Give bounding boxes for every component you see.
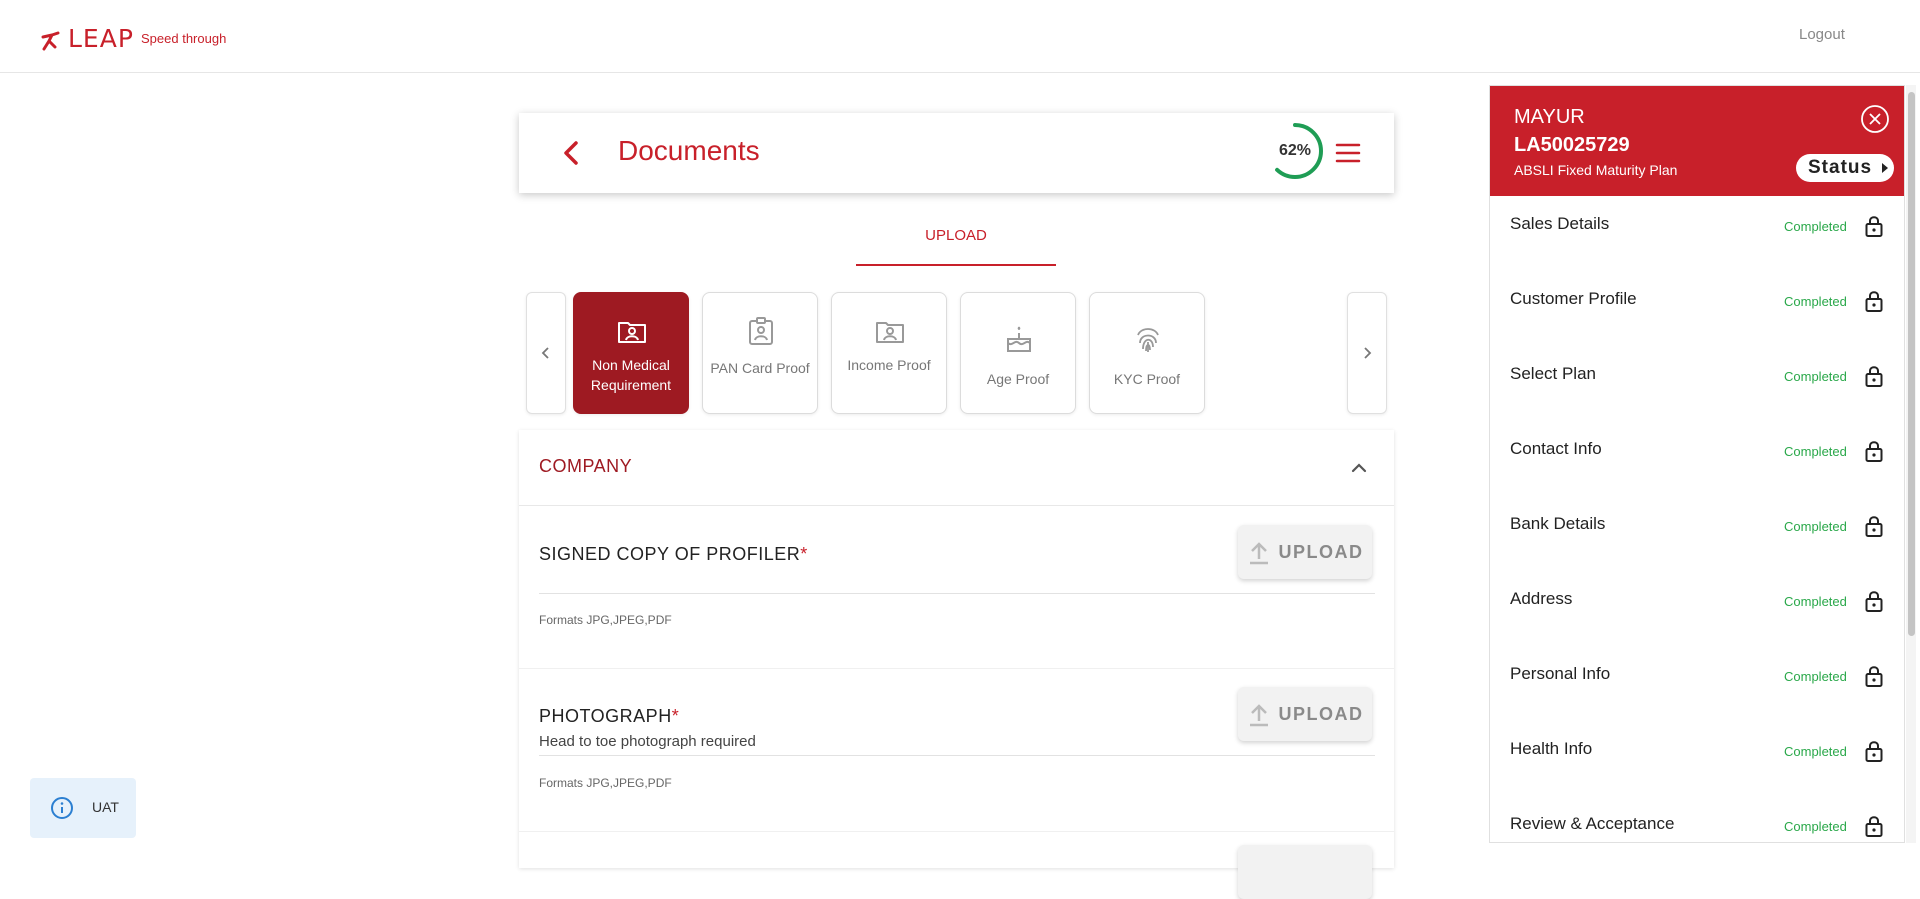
- step-label: Select Plan: [1510, 364, 1596, 383]
- caret-right-icon: [1882, 163, 1888, 173]
- step-item[interactable]: Customer Profile Completed: [1490, 273, 1904, 348]
- lock-icon: [1865, 366, 1883, 387]
- lock-icon: [1865, 441, 1883, 462]
- upload-button[interactable]: [1238, 845, 1372, 899]
- lock-icon: [1865, 216, 1883, 237]
- back-chevron-icon[interactable]: [559, 139, 585, 167]
- status-toggle[interactable]: Status: [1796, 154, 1894, 182]
- step-item[interactable]: Personal Info Completed: [1490, 648, 1904, 723]
- step-label: Sales Details: [1510, 214, 1610, 233]
- step-label: Health Info: [1510, 739, 1593, 758]
- step-label: Customer Profile: [1510, 289, 1637, 308]
- application-id: LA50025729: [1514, 134, 1630, 156]
- step-item[interactable]: Review & Acceptance Completed: [1490, 798, 1904, 842]
- logo-text: LEAP: [68, 24, 134, 53]
- step-item[interactable]: Bank Details Completed: [1490, 498, 1904, 573]
- lock-icon: [1865, 291, 1883, 312]
- category-kyc-proof[interactable]: KYC Proof: [1089, 292, 1205, 414]
- step-label: Address: [1510, 589, 1573, 608]
- step-item[interactable]: Sales Details Completed: [1490, 198, 1904, 273]
- step-status: Completed: [1784, 219, 1847, 234]
- category-label: Non Medical Requirement: [590, 357, 672, 393]
- document-row-profiler: SIGNED COPY OF PROFILER* UPLOAD Formats …: [519, 507, 1394, 669]
- step-label: Contact Info: [1510, 439, 1602, 458]
- top-bar: LEAP Speed through Logout: [0, 0, 1920, 73]
- company-section: COMPANY SIGNED COPY OF PROFILER* UPLOAD …: [519, 430, 1394, 899]
- scrollbar-thumb[interactable]: [1908, 92, 1915, 636]
- category-pan-card-proof[interactable]: PAN Card Proof: [702, 292, 818, 414]
- folder-user-icon: [618, 322, 646, 343]
- panel-header: MAYUR LA50025729 ABSLI Fixed Maturity Pl…: [1490, 86, 1904, 196]
- document-row-photograph: PHOTOGRAPH* Head to toe photograph requi…: [519, 670, 1394, 832]
- step-item[interactable]: Select Plan Completed: [1490, 348, 1904, 423]
- fingerprint-icon: [1137, 328, 1159, 352]
- info-icon: [51, 797, 73, 819]
- upload-arrow-icon: [1249, 704, 1268, 727]
- step-item[interactable]: Address Completed: [1490, 573, 1904, 648]
- category-label: Income Proof: [847, 357, 931, 373]
- document-name: PHOTOGRAPH*: [539, 706, 680, 726]
- section-header[interactable]: COMPANY: [519, 430, 1394, 506]
- step-label: Personal Info: [1510, 664, 1611, 683]
- section-title: COMPANY: [539, 456, 633, 476]
- step-status: Completed: [1784, 744, 1847, 759]
- logout-link[interactable]: Logout: [1799, 26, 1845, 43]
- category-label: KYC Proof: [1113, 371, 1181, 387]
- document-formats: Formats JPG,JPEG,PDF: [539, 776, 672, 790]
- divider: [539, 593, 1375, 594]
- required-mark: *: [800, 544, 808, 564]
- step-status: Completed: [1784, 369, 1847, 384]
- lock-icon: [1865, 741, 1883, 762]
- chevron-up-icon[interactable]: [1349, 458, 1369, 478]
- environment-label: UAT: [92, 799, 119, 815]
- progress-percent: 62%: [1278, 142, 1312, 159]
- step-label: Bank Details: [1510, 514, 1606, 533]
- chevron-right-icon: [1364, 347, 1372, 359]
- category-non-medical-requirement[interactable]: Non Medical Requirement: [573, 292, 689, 414]
- documents-header: Documents 62%: [519, 113, 1394, 193]
- cake-icon: [1007, 326, 1031, 352]
- id-badge-icon: [749, 317, 773, 345]
- step-status: Completed: [1784, 594, 1847, 609]
- document-subtitle: Head to toe photograph required: [539, 733, 756, 750]
- lock-icon: [1865, 516, 1883, 537]
- required-mark: *: [671, 706, 680, 726]
- step-status: Completed: [1784, 819, 1847, 834]
- runner-icon: [41, 31, 60, 50]
- step-status: Completed: [1784, 444, 1847, 459]
- upload-arrow-icon: [1249, 542, 1268, 565]
- customer-name: MAYUR: [1514, 106, 1585, 128]
- lock-icon: [1865, 666, 1883, 687]
- hamburger-menu-icon[interactable]: [1335, 141, 1361, 165]
- tab-upload[interactable]: UPLOAD: [856, 226, 1056, 266]
- document-formats: Formats JPG,JPEG,PDF: [539, 613, 672, 627]
- step-status: Completed: [1784, 294, 1847, 309]
- divider: [539, 755, 1375, 756]
- carousel-prev-button[interactable]: [526, 292, 566, 414]
- upload-button[interactable]: UPLOAD: [1238, 687, 1372, 741]
- step-status: Completed: [1784, 669, 1847, 684]
- chevron-left-icon: [541, 347, 549, 359]
- carousel-next-button[interactable]: [1347, 292, 1387, 414]
- lock-icon: [1865, 591, 1883, 612]
- lock-icon: [1865, 816, 1883, 837]
- category-age-proof[interactable]: Age Proof: [960, 292, 1076, 414]
- folder-user-icon: [876, 322, 904, 343]
- logo[interactable]: LEAP: [40, 24, 134, 53]
- upload-button[interactable]: UPLOAD: [1238, 525, 1372, 579]
- step-item[interactable]: Contact Info Completed: [1490, 423, 1904, 498]
- step-item[interactable]: Health Info Completed: [1490, 723, 1904, 798]
- application-status-panel: MAYUR LA50025729 ABSLI Fixed Maturity Pl…: [1489, 85, 1905, 843]
- page-title: Documents: [618, 135, 760, 166]
- category-label: Age Proof: [986, 371, 1050, 387]
- document-name: SIGNED COPY OF PROFILER*: [539, 544, 808, 564]
- step-label: Review & Acceptance: [1510, 814, 1675, 833]
- close-icon[interactable]: [1860, 104, 1890, 134]
- plan-name: ABSLI Fixed Maturity Plan: [1514, 162, 1678, 178]
- environment-badge: UAT: [30, 778, 136, 838]
- category-label: PAN Card Proof: [710, 360, 810, 376]
- tagline: Speed through: [141, 31, 227, 46]
- step-status: Completed: [1784, 519, 1847, 534]
- category-income-proof[interactable]: Income Proof: [831, 292, 947, 414]
